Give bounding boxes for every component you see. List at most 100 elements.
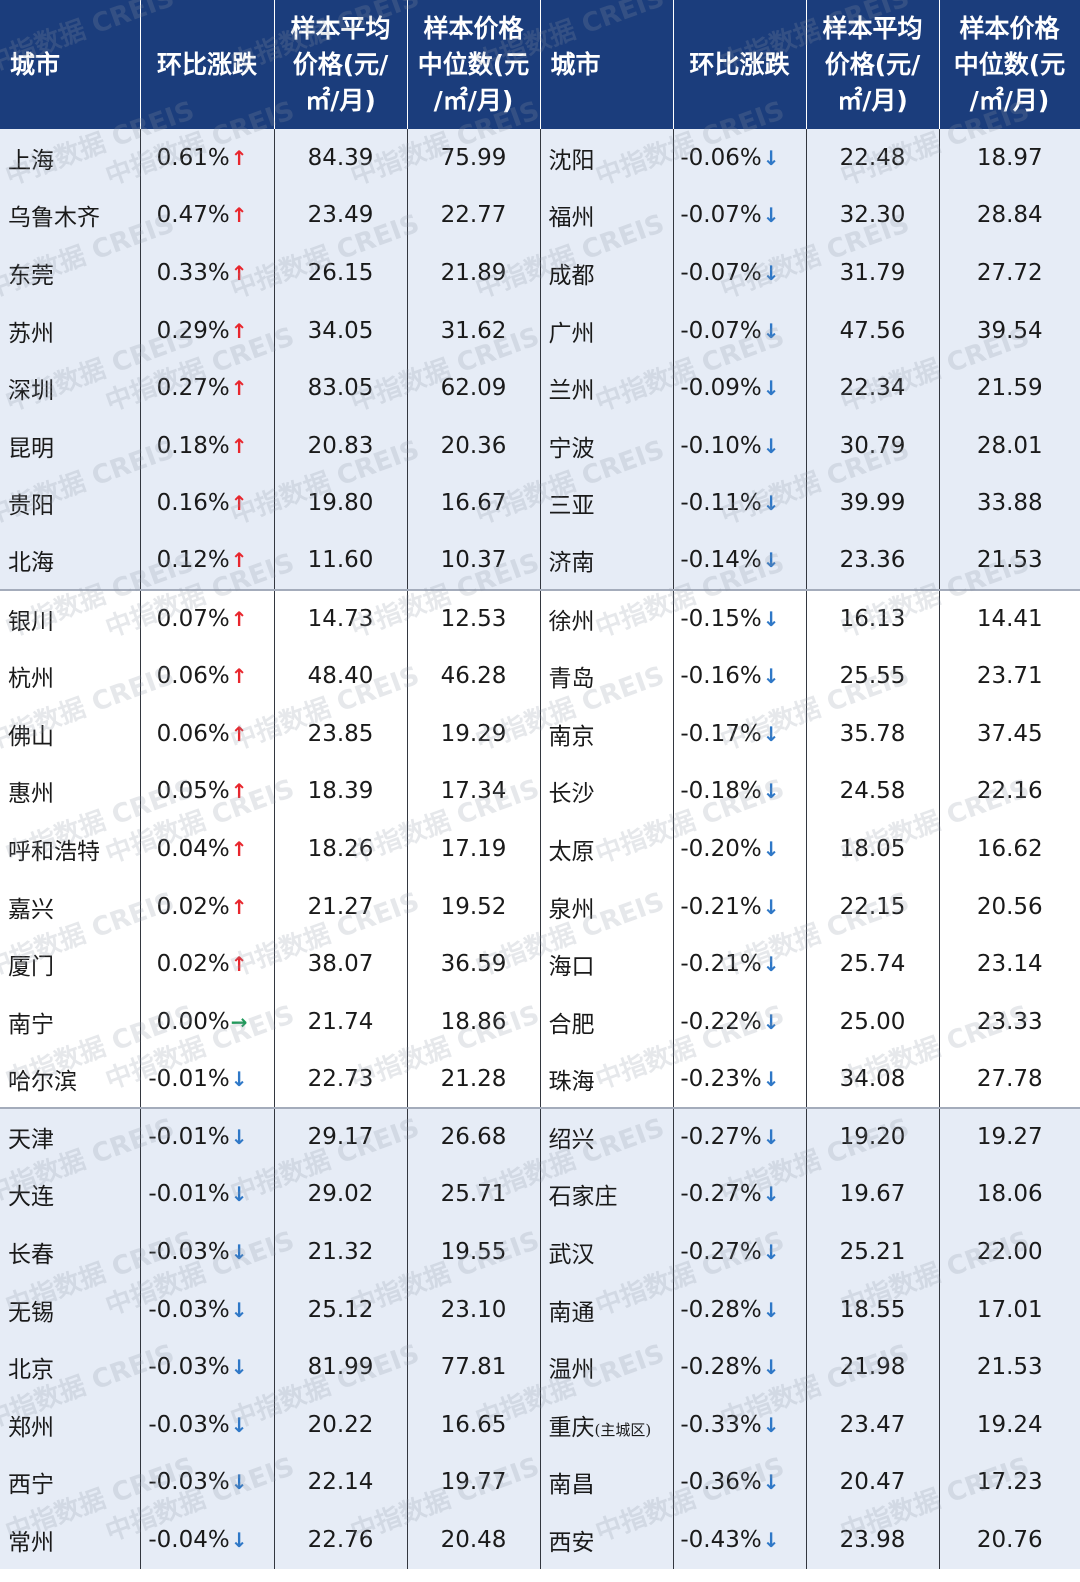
- avg-price-cell: 23.85: [273, 704, 407, 763]
- avg-price-cell: 14.73: [273, 588, 407, 648]
- arrow-down-icon: ↓: [762, 433, 780, 458]
- city-name-cell: 南通: [539, 1280, 673, 1339]
- header-avg-price: 样本平均 价格(元/ ㎡/月): [274, 0, 408, 129]
- median-price-cell: 22.77: [406, 186, 540, 245]
- arrow-down-icon: ↓: [762, 1528, 780, 1553]
- change-value: 0.61%: [156, 144, 230, 171]
- city-name-cell: 武汉: [539, 1223, 673, 1281]
- change-value: -0.03%: [148, 1354, 230, 1381]
- avg-price-cell: 23.47: [805, 1396, 939, 1454]
- median-price-cell: 33.88: [938, 474, 1080, 533]
- change-value: -0.03%: [148, 1239, 230, 1266]
- change-cell: -0.36%↓: [672, 1453, 806, 1512]
- city-name-cell: 绍兴: [539, 1107, 673, 1166]
- change-cell: -0.21%↓: [672, 935, 806, 993]
- city-name-cell: 珠海: [539, 1050, 673, 1109]
- city-name: 北京: [8, 1357, 54, 1384]
- city-name-cell: 西宁: [0, 1453, 140, 1512]
- table-row: 银川 0.07%↑ 14.73 12.53 徐州 -0.15%↓ 16.13 14.41: [0, 588, 1080, 648]
- arrow-down-icon: ↓: [762, 1240, 780, 1265]
- city-name-cell: 乌鲁木齐: [0, 186, 140, 245]
- arrow-down-icon: ↓: [762, 721, 780, 746]
- city-name: 苏州: [8, 320, 54, 347]
- arrow-down-icon: ↓: [762, 548, 780, 573]
- city-name-cell: 郑州: [0, 1396, 140, 1454]
- city-name: 厦门: [8, 954, 54, 981]
- median-price-cell: 18.86: [406, 992, 540, 1051]
- median-price-cell: 18.06: [938, 1165, 1080, 1224]
- city-name-cell: 重庆(主城区): [539, 1396, 673, 1454]
- avg-price-cell: 18.26: [273, 820, 407, 878]
- median-price-cell: 20.56: [938, 877, 1080, 936]
- avg-price-cell: 31.79: [805, 244, 939, 302]
- median-price-cell: 62.09: [406, 359, 540, 417]
- city-name: 沈阳: [548, 147, 595, 174]
- change-value: -0.16%: [680, 663, 762, 690]
- avg-price-cell: 47.56: [805, 301, 939, 360]
- city-name: 济南: [548, 550, 595, 577]
- arrow-down-icon: ↓: [230, 1470, 248, 1495]
- change-cell: 0.16%↑: [139, 474, 274, 533]
- avg-price-cell: 19.20: [805, 1107, 939, 1166]
- avg-price-cell: 30.79: [805, 416, 939, 475]
- change-value: -0.11%: [680, 490, 762, 517]
- change-value: 0.02%: [156, 893, 230, 920]
- arrow-down-icon: ↓: [762, 1412, 780, 1437]
- arrow-down-icon: ↓: [762, 779, 780, 804]
- change-value: -0.03%: [148, 1411, 230, 1438]
- avg-price-cell: 29.02: [273, 1165, 407, 1224]
- arrow-down-icon: ↓: [762, 318, 780, 343]
- change-cell: -0.11%↓: [672, 474, 806, 533]
- change-cell: -0.27%↓: [672, 1223, 806, 1281]
- change-value: -0.03%: [148, 1296, 230, 1323]
- city-name: 贵阳: [8, 493, 54, 520]
- change-value: -0.21%: [680, 951, 762, 978]
- city-name: 泉州: [548, 896, 595, 923]
- change-cell: -0.27%↓: [672, 1165, 806, 1224]
- avg-price-cell: 34.05: [273, 301, 407, 360]
- table-row: 郑州 -0.03%↓ 20.22 16.65 重庆(主城区) -0.33%↓ 23.47 19…: [0, 1396, 1080, 1454]
- change-value: 0.18%: [156, 432, 230, 459]
- table-row: 南宁 0.00%→ 21.74 18.86 合肥 -0.22%↓ 25.00 23.33: [0, 992, 1080, 1051]
- change-cell: 0.02%↑: [139, 935, 274, 993]
- change-cell: -0.07%↓: [672, 244, 806, 302]
- city-name-cell: 徐州: [539, 588, 673, 648]
- change-cell: -0.18%↓: [672, 762, 806, 821]
- city-name-cell: 嘉兴: [0, 877, 140, 936]
- city-name: 太原: [548, 838, 595, 865]
- change-cell: -0.28%↓: [672, 1338, 806, 1397]
- arrow-down-icon: ↓: [762, 1470, 780, 1495]
- city-name: 武汉: [548, 1242, 595, 1269]
- avg-price-cell: 32.30: [805, 186, 939, 245]
- arrow-down-icon: ↓: [230, 1125, 248, 1150]
- avg-price-cell: 38.07: [273, 935, 407, 993]
- city-name: 东莞: [8, 262, 54, 289]
- header-avg-line2: 价格(元/: [824, 49, 921, 79]
- arrow-down-icon: ↓: [230, 1066, 248, 1091]
- arrow-down-icon: ↓: [762, 491, 780, 516]
- arrow-up-icon: ↑: [230, 607, 248, 632]
- city-name-cell: 杭州: [0, 647, 140, 705]
- city-name-cell: 厦门: [0, 935, 140, 993]
- arrow-down-icon: ↓: [762, 607, 780, 632]
- avg-price-cell: 18.39: [273, 762, 407, 821]
- median-price-cell: 23.14: [938, 935, 1080, 993]
- median-price-cell: 19.55: [406, 1223, 540, 1281]
- median-price-cell: 21.89: [406, 244, 540, 302]
- change-cell: -0.01%↓: [139, 1107, 274, 1166]
- city-name-cell: 济南: [539, 532, 673, 590]
- table-row: 长春 -0.03%↓ 21.32 19.55 武汉 -0.27%↓ 25.21 22.00: [0, 1223, 1080, 1281]
- table-row: 苏州 0.29%↑ 34.05 31.62 广州 -0.07%↓ 47.56 39.54: [0, 301, 1080, 360]
- avg-price-cell: 26.15: [273, 244, 407, 302]
- change-cell: 0.06%↑: [139, 704, 274, 763]
- city-name: 深圳: [8, 378, 54, 405]
- city-name-cell: 贵阳: [0, 474, 140, 533]
- city-name-cell: 成都: [539, 244, 673, 302]
- change-cell: -0.10%↓: [672, 416, 806, 475]
- change-cell: -0.27%↓: [672, 1107, 806, 1166]
- avg-price-cell: 21.32: [273, 1223, 407, 1281]
- avg-price-cell: 19.67: [805, 1165, 939, 1224]
- arrow-up-icon: ↑: [230, 894, 248, 919]
- median-price-cell: 19.24: [938, 1396, 1080, 1454]
- arrow-down-icon: ↓: [230, 1412, 248, 1437]
